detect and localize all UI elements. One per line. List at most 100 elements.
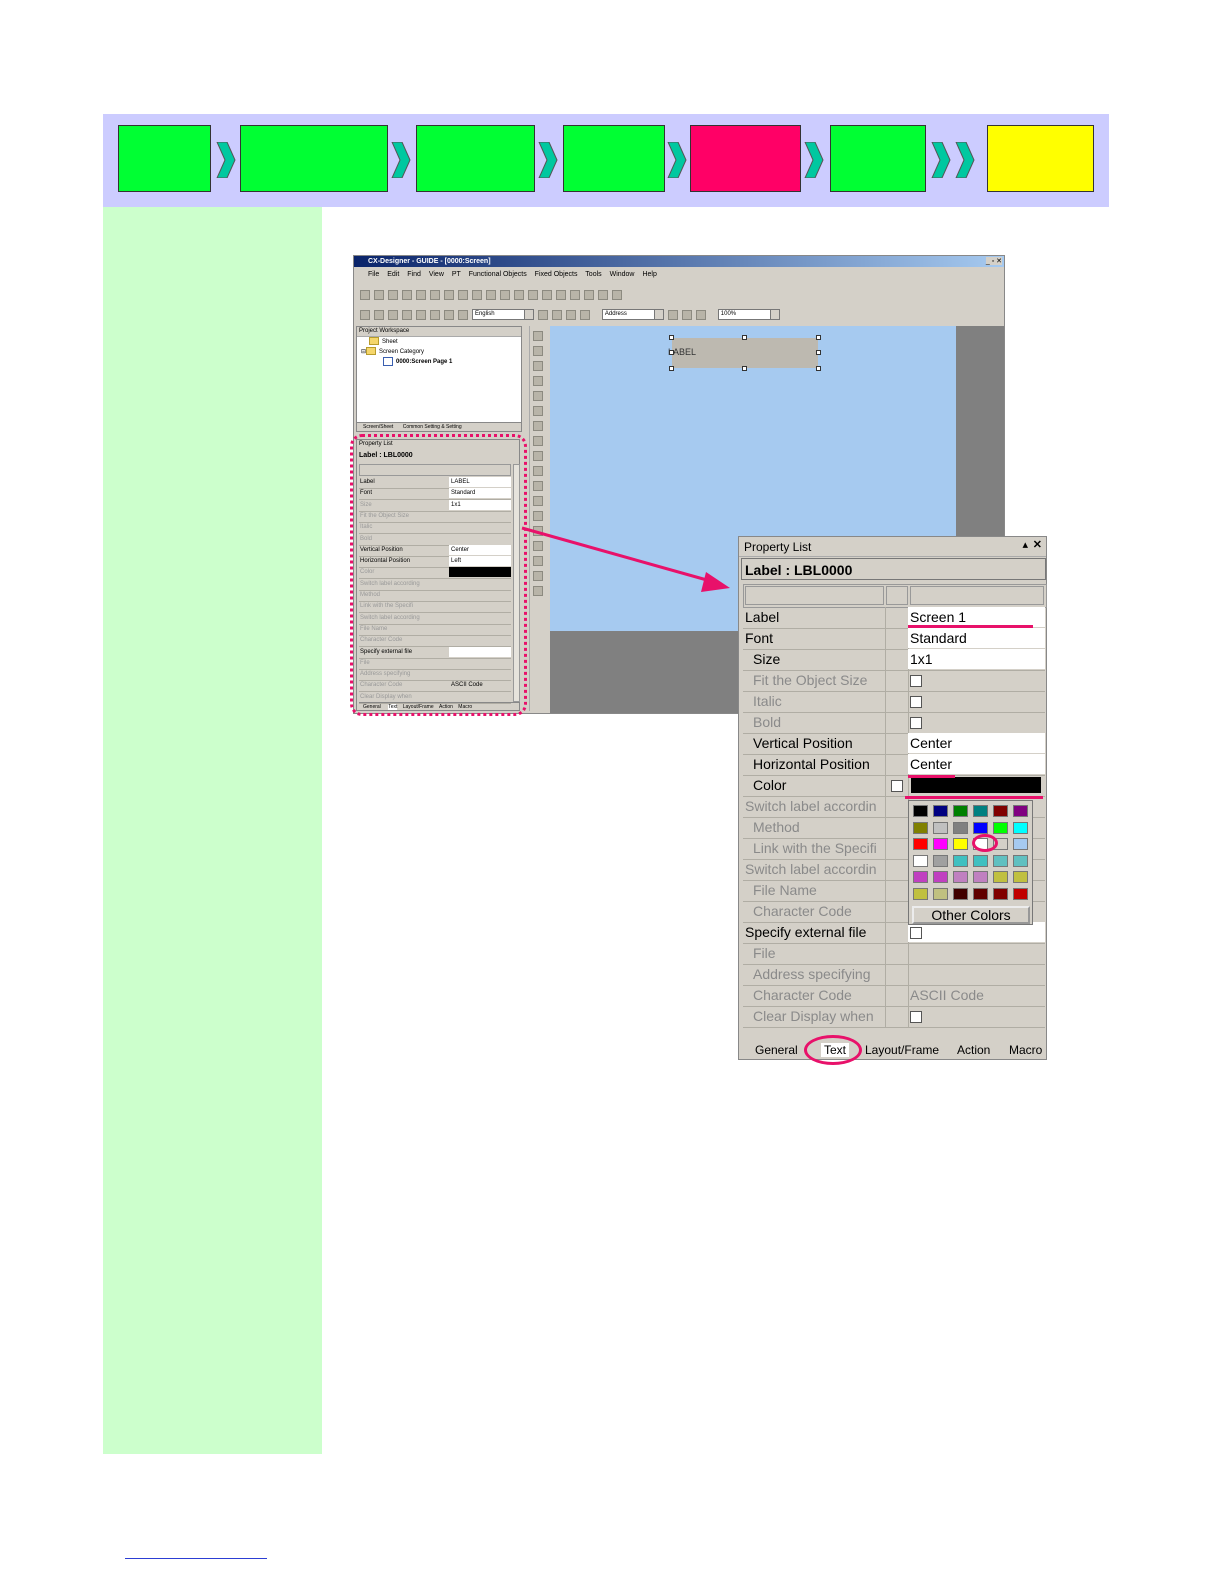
color-swatch[interactable]	[973, 887, 988, 900]
prop-row-specify-external-file[interactable]: Specify external file	[743, 922, 1045, 944]
color-swatch[interactable]	[993, 821, 1008, 834]
tab-macro[interactable]: Macro	[1009, 1043, 1042, 1057]
broken-line-icon[interactable]	[533, 466, 543, 476]
tab-screen-sheet[interactable]: Screen/Sheet	[363, 424, 393, 430]
grid-icon[interactable]	[570, 290, 580, 300]
step-1[interactable]	[118, 125, 211, 192]
tab-layout-frame[interactable]: Layout/Frame	[865, 1043, 939, 1057]
color-swatch[interactable]	[1013, 838, 1028, 850]
italic-checkbox[interactable]	[910, 696, 922, 709]
tab-common-setting[interactable]: Common Setting & Setting	[403, 424, 462, 430]
color-swatch[interactable]	[1013, 871, 1028, 883]
align-left-icon[interactable]	[565, 310, 576, 320]
language-combo[interactable]: English	[471, 309, 534, 320]
circle-icon[interactable]	[374, 310, 384, 320]
analog-meter-icon[interactable]	[533, 451, 543, 461]
color-swatch[interactable]	[933, 854, 948, 867]
menu-edit[interactable]: Edit	[387, 271, 399, 278]
delete-icon[interactable]	[528, 290, 538, 300]
fit-size-checkbox[interactable]	[910, 675, 922, 688]
color-swatch[interactable]	[953, 805, 968, 817]
color-swatch[interactable]	[953, 838, 968, 850]
color-swatch[interactable]	[1013, 854, 1028, 867]
prop-row-color[interactable]: Color	[743, 775, 1045, 797]
print-icon[interactable]	[402, 290, 412, 300]
menu-fixed-objects[interactable]: Fixed Objects	[535, 271, 578, 278]
label-object[interactable]: LABEL	[668, 335, 821, 371]
align-icon[interactable]	[444, 310, 454, 320]
tab-action[interactable]: Action	[957, 1043, 990, 1057]
color-swatch[interactable]	[913, 821, 928, 834]
undo-icon[interactable]	[500, 290, 510, 300]
address-combo[interactable]: Address	[601, 309, 664, 320]
resize-handle[interactable]	[669, 335, 674, 340]
step-2[interactable]	[240, 125, 388, 192]
clear-display-checkbox[interactable]	[910, 1011, 922, 1024]
date-icon[interactable]	[533, 496, 543, 506]
menu-pt[interactable]: PT	[452, 271, 461, 278]
zoom-combo[interactable]: 100%	[717, 309, 780, 320]
align-right-icon[interactable]	[579, 310, 590, 320]
menu-window[interactable]: Window	[610, 271, 635, 278]
test-icon[interactable]	[584, 290, 594, 300]
resize-handle[interactable]	[742, 335, 747, 340]
color-swatch[interactable]	[1013, 887, 1028, 900]
step-5-current[interactable]	[690, 125, 801, 192]
tab-general[interactable]: General	[755, 1043, 798, 1057]
color-swatch[interactable]	[973, 854, 988, 867]
rectangle-icon[interactable]	[360, 310, 370, 320]
cut-icon[interactable]	[486, 290, 496, 300]
button-object-icon[interactable]	[533, 331, 543, 341]
bitmap-object-icon[interactable]	[533, 376, 543, 386]
arc-icon[interactable]	[430, 310, 440, 320]
copy-icon[interactable]	[458, 290, 468, 300]
prop-row-font[interactable]: Font Standard	[743, 628, 1045, 650]
level-meter-icon[interactable]	[533, 436, 543, 446]
alarm-icon[interactable]	[533, 481, 543, 491]
close-icon[interactable]: ✕	[1033, 538, 1042, 551]
color-swatch[interactable]	[913, 887, 928, 900]
text-object-icon[interactable]	[533, 361, 543, 371]
menu-tools[interactable]: Tools	[585, 271, 601, 278]
color-value-swatch[interactable]	[911, 777, 1041, 793]
color-swatch[interactable]	[993, 887, 1008, 900]
color-swatch[interactable]	[953, 854, 968, 867]
color-swatch[interactable]	[993, 805, 1008, 817]
prop-row-size[interactable]: Size 1x1	[743, 649, 1045, 671]
tree-item-screen-category[interactable]: ⊟ Screen Category	[357, 347, 521, 357]
numeral-object-icon[interactable]	[533, 391, 543, 401]
label-value-field[interactable]: Screen 1	[908, 607, 1045, 627]
horizontal-position-value[interactable]: Center	[908, 754, 1045, 774]
simulate-icon[interactable]	[598, 290, 608, 300]
color-swatch[interactable]	[933, 887, 948, 900]
color-swatch[interactable]	[933, 871, 948, 883]
color-swatch[interactable]	[933, 838, 948, 850]
tree-item-screen-page[interactable]: 0000:Screen Page 1	[357, 357, 521, 367]
step-final[interactable]	[987, 125, 1094, 192]
layer-icon[interactable]	[681, 310, 692, 320]
color-swatch[interactable]	[953, 821, 968, 834]
bring-front-icon[interactable]	[537, 310, 548, 320]
show-id-icon[interactable]	[695, 310, 706, 320]
help-icon[interactable]	[612, 290, 622, 300]
screen-icon[interactable]	[430, 290, 440, 300]
find-icon[interactable]	[542, 290, 552, 300]
new-icon[interactable]	[360, 290, 370, 300]
bold-checkbox[interactable]	[910, 717, 922, 730]
resize-handle[interactable]	[816, 335, 821, 340]
menu-help[interactable]: Help	[642, 271, 656, 278]
save-icon[interactable]	[388, 290, 398, 300]
color-swatch[interactable]	[973, 805, 988, 817]
polygon-icon[interactable]	[416, 310, 426, 320]
color-swatch[interactable]	[933, 821, 948, 834]
send-back-icon[interactable]	[551, 310, 562, 320]
transfer-icon[interactable]	[416, 290, 426, 300]
pin-icon[interactable]: ▴	[1022, 538, 1028, 551]
resize-handle[interactable]	[816, 350, 821, 355]
string-object-icon[interactable]	[533, 406, 543, 416]
color-swatch[interactable]	[913, 871, 928, 883]
color-swatch[interactable]	[913, 838, 928, 850]
prop-row-horizontal-position[interactable]: Horizontal Position Center	[743, 754, 1045, 776]
menu-functional-objects[interactable]: Functional Objects	[469, 271, 527, 278]
redo-icon[interactable]	[514, 290, 524, 300]
